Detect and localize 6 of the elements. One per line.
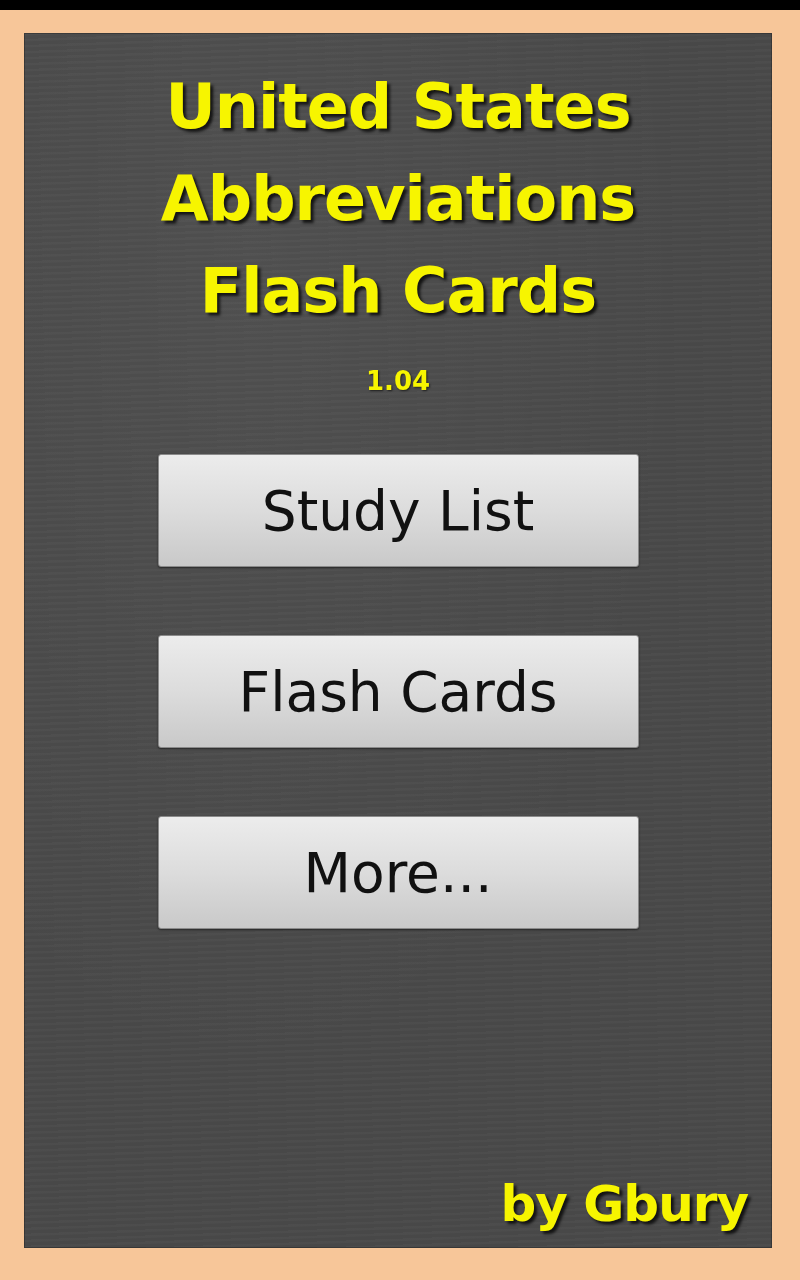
app-title: United States Abbreviations Flash Cards (160, 69, 636, 329)
menu-button[interactable]: More... (157, 816, 639, 929)
version-label: 1.04 (365, 365, 431, 397)
author-credit: by Gbury (500, 1174, 748, 1234)
menu-button[interactable]: Flash Cards (157, 635, 639, 748)
menu-button[interactable]: Study List (157, 454, 639, 567)
